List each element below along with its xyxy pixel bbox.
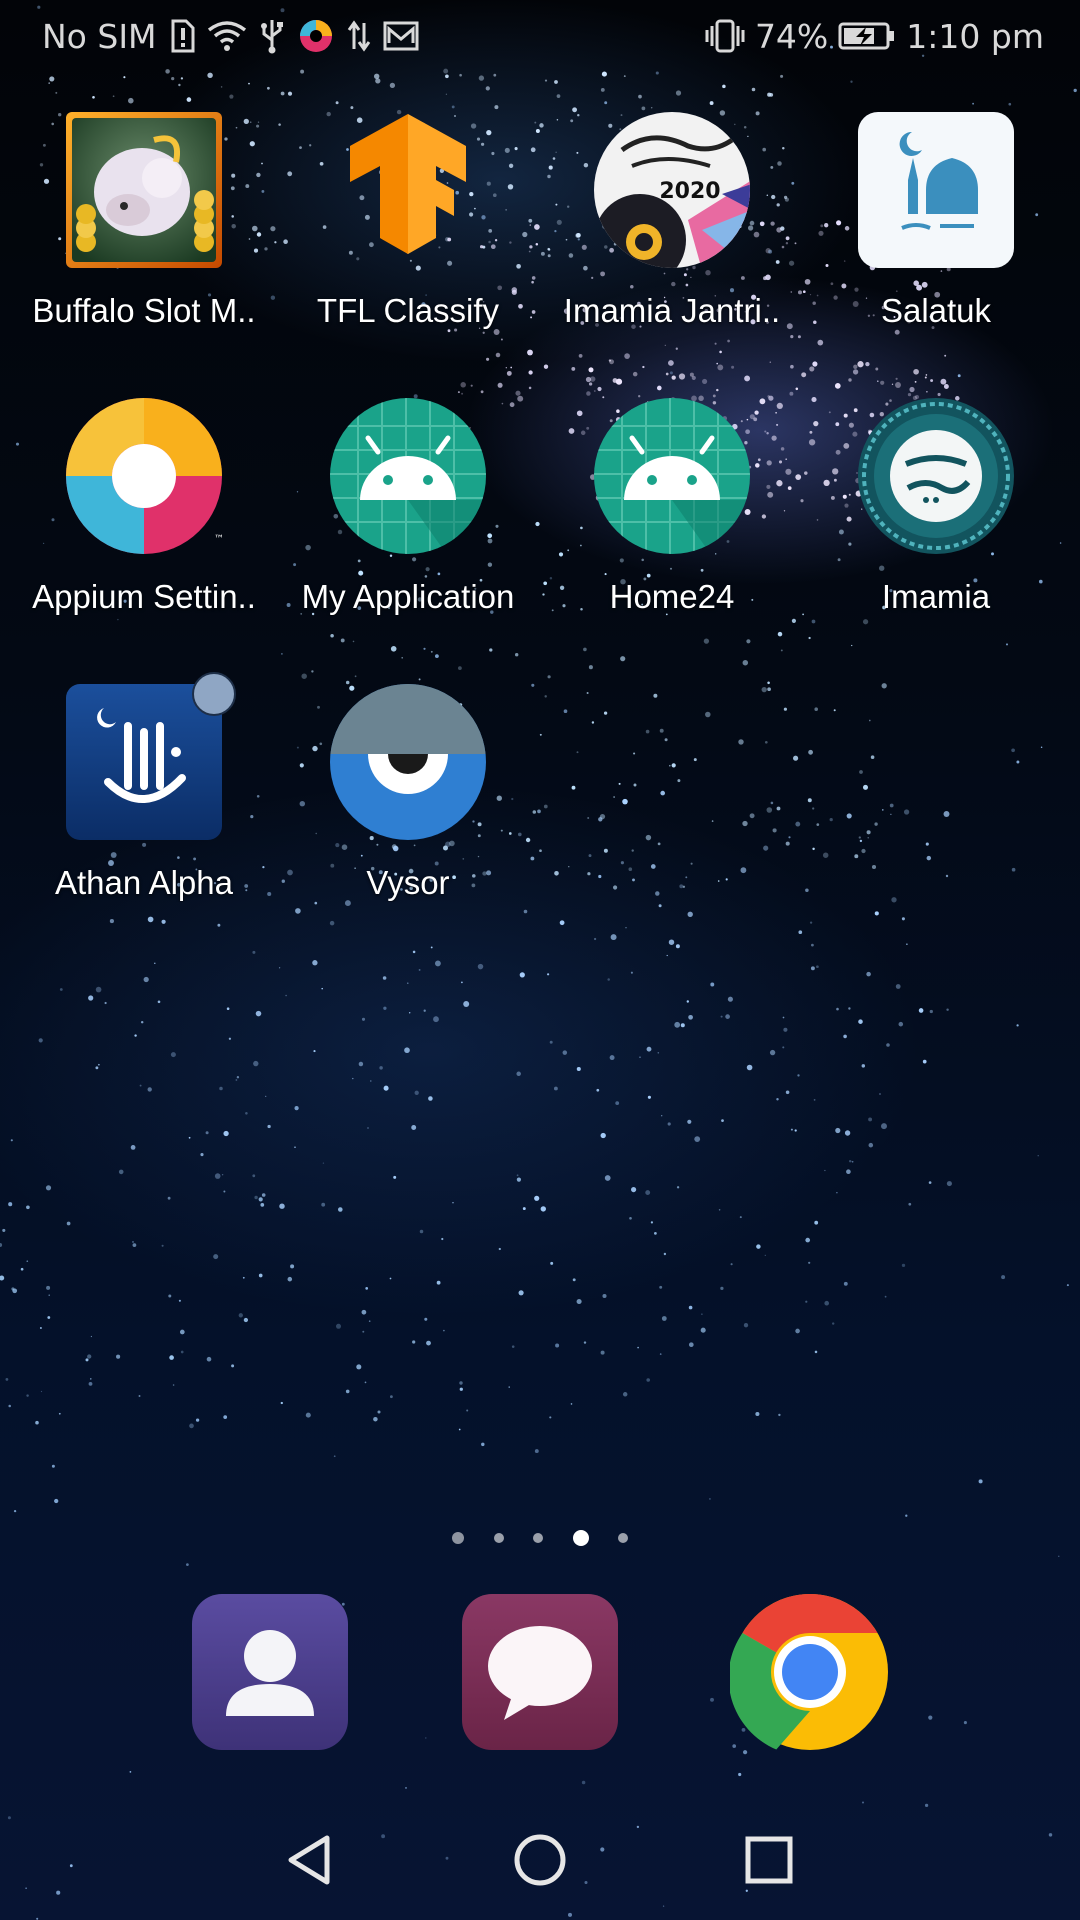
vibrate-icon bbox=[705, 18, 745, 54]
dock-chrome[interactable] bbox=[728, 1592, 890, 1752]
app-vysor[interactable]: Vysor bbox=[276, 682, 540, 942]
app-label: TFL Classify bbox=[316, 292, 500, 329]
recents-square-icon bbox=[745, 1836, 793, 1884]
app-label: Home24 bbox=[609, 578, 735, 615]
data-transfer-icon bbox=[347, 19, 371, 53]
page-dot[interactable] bbox=[618, 1533, 628, 1543]
app-imamia-jantri[interactable]: 2020 Imamia Jantri.. bbox=[540, 110, 804, 370]
imamia-jantri-2020-icon: 2020 bbox=[592, 110, 752, 270]
page-dot[interactable] bbox=[493, 1533, 504, 1543]
buffalo-slot-icon bbox=[64, 110, 224, 270]
sim-alert-icon bbox=[169, 19, 195, 53]
dock-contacts[interactable] bbox=[190, 1592, 350, 1752]
clock: 1:10 pm bbox=[906, 16, 1044, 56]
home-button[interactable] bbox=[505, 1830, 575, 1890]
app-label: Appium Settin.. bbox=[32, 578, 256, 615]
notification-badge bbox=[192, 672, 236, 716]
carrier-text: No SIM bbox=[42, 16, 157, 56]
back-button[interactable] bbox=[274, 1830, 344, 1890]
app-my-application[interactable]: My Application bbox=[276, 396, 540, 656]
status-bar-left: No SIM bbox=[42, 14, 419, 58]
status-bar-right: 74% 1:10 pm bbox=[705, 14, 1044, 58]
app-label: Buffalo Slot M.. bbox=[32, 292, 256, 329]
app-appium-settings[interactable]: ™ Appium Settin.. bbox=[12, 396, 276, 656]
wifi-icon bbox=[207, 20, 247, 52]
android-icon bbox=[328, 396, 488, 556]
salatuk-mosque-icon bbox=[856, 110, 1016, 270]
imamia-seal-icon bbox=[856, 396, 1016, 556]
app-label: Athan Alpha bbox=[55, 864, 233, 901]
tensorflow-icon bbox=[328, 110, 488, 270]
status-bar: No SIM 74% 1:10 pm bbox=[0, 0, 1080, 72]
page-indicator[interactable] bbox=[452, 1528, 628, 1548]
chrome-icon bbox=[728, 1594, 888, 1750]
recents-button[interactable] bbox=[734, 1830, 804, 1890]
android-icon bbox=[592, 396, 752, 556]
app-label: Imamia Jantri.. bbox=[563, 292, 781, 329]
messages-icon bbox=[462, 1594, 618, 1750]
back-triangle-icon bbox=[288, 1835, 330, 1885]
app-home24[interactable]: Home24 bbox=[540, 396, 804, 656]
app-label: Imamia bbox=[881, 578, 991, 615]
app-buffalo-slot[interactable]: Buffalo Slot M.. bbox=[12, 110, 276, 370]
navigation-bar bbox=[0, 1800, 1080, 1920]
app-label: Vysor bbox=[366, 864, 450, 901]
app-imamia[interactable]: Imamia bbox=[804, 396, 1068, 656]
vysor-eye-icon bbox=[328, 682, 488, 842]
battery-charging-icon bbox=[838, 21, 896, 51]
app-label: My Application bbox=[301, 578, 515, 615]
app-label: Salatuk bbox=[880, 292, 992, 329]
app-salatuk[interactable]: Salatuk bbox=[804, 110, 1068, 370]
battery-percent: 74% bbox=[754, 16, 829, 56]
mail-icon bbox=[383, 21, 419, 51]
page-dot-home[interactable] bbox=[452, 1532, 464, 1544]
svg-text:™: ™ bbox=[214, 534, 224, 545]
page-dot-current[interactable] bbox=[572, 1530, 589, 1546]
home-circle-icon bbox=[514, 1834, 566, 1886]
contacts-icon bbox=[192, 1594, 348, 1750]
appium-icon: ™ bbox=[64, 396, 224, 556]
jantri-year-text: 2020 bbox=[659, 179, 720, 204]
app-athan-alpha[interactable]: Athan Alpha bbox=[12, 672, 276, 942]
usb-icon bbox=[259, 18, 285, 54]
page-dot[interactable] bbox=[533, 1533, 543, 1543]
appium-notification-icon bbox=[297, 17, 335, 55]
app-tfl-classify[interactable]: TFL Classify bbox=[276, 110, 540, 370]
dock-messages[interactable] bbox=[460, 1592, 620, 1752]
